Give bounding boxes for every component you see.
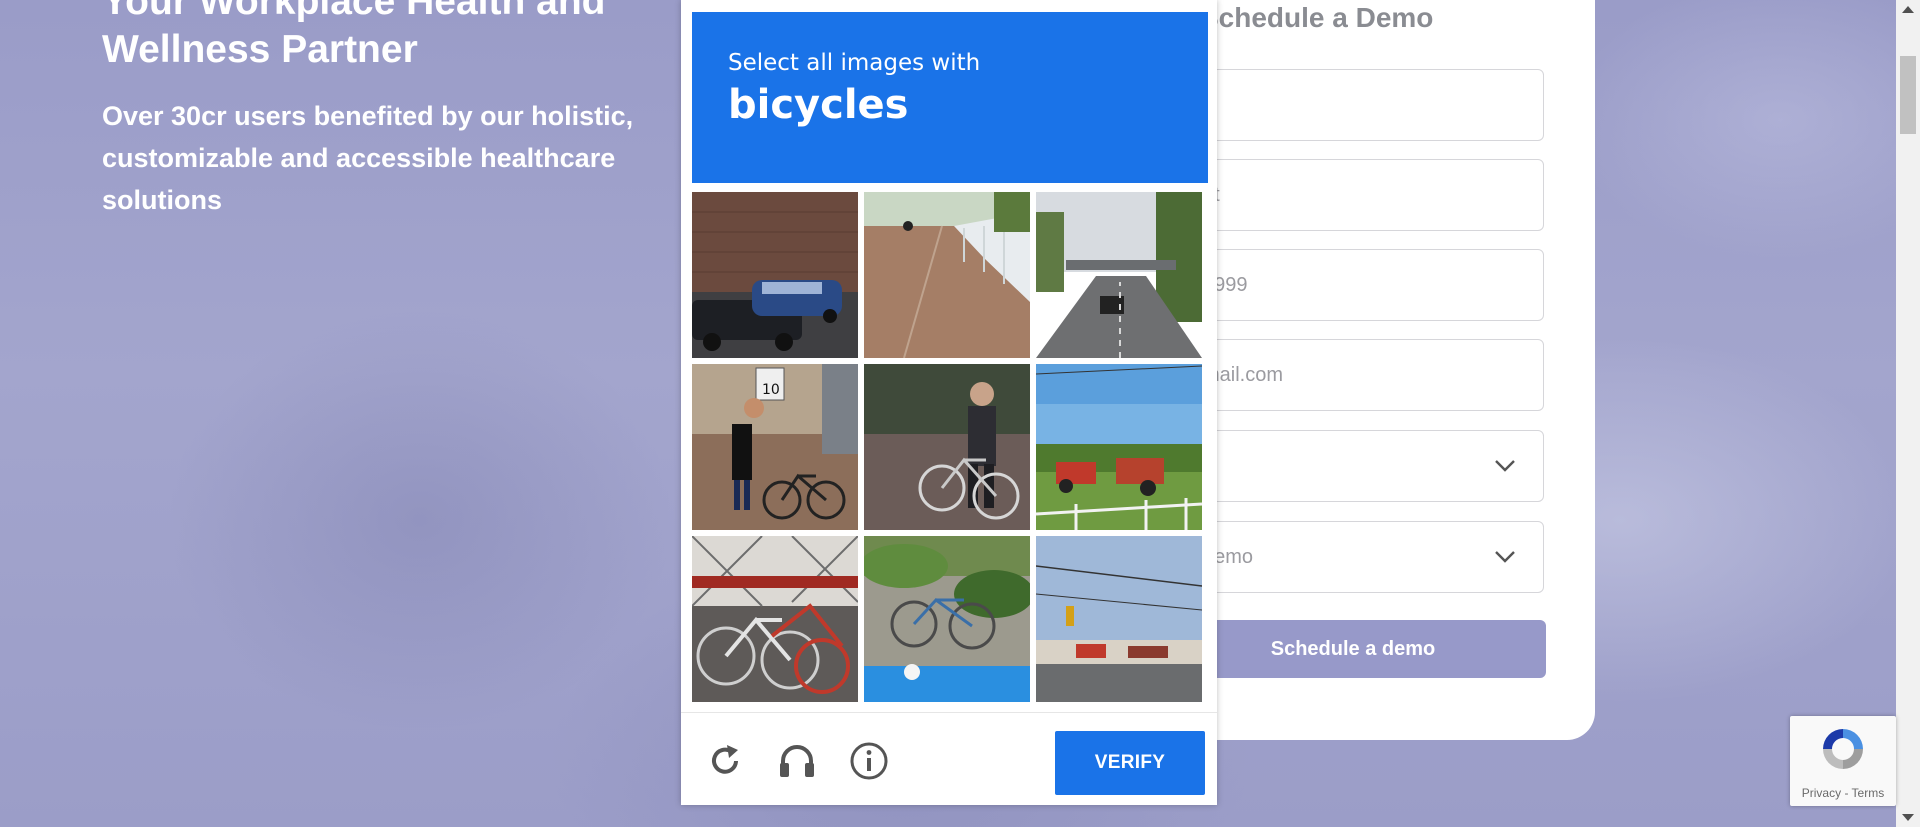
svg-text:10: 10 bbox=[762, 382, 780, 398]
demo-form-title: Schedule a Demo bbox=[1200, 2, 1434, 33]
captcha-tile[interactable] bbox=[1036, 192, 1202, 358]
recaptcha-links[interactable]: Privacy - Terms bbox=[1790, 786, 1896, 800]
highway-bridge-image bbox=[1036, 192, 1202, 358]
cars-parked-street-image bbox=[692, 192, 858, 358]
captcha-tile[interactable] bbox=[692, 192, 858, 358]
captcha-prompt: Select all images with bbox=[728, 50, 981, 76]
bicycles-racked-storefront-image bbox=[692, 536, 858, 702]
hero-subtitle: Over 30cr users benefited by our holisti… bbox=[102, 101, 634, 215]
chevron-down-icon bbox=[1495, 551, 1515, 563]
company-field[interactable]: nt bbox=[1160, 159, 1544, 231]
sidewalk-bicycle-speed-sign-image: 10 bbox=[692, 364, 858, 530]
scroll-down-arrow-icon[interactable] bbox=[1902, 814, 1914, 821]
page-scrollbar[interactable] bbox=[1896, 0, 1920, 827]
captcha-tile[interactable] bbox=[692, 536, 858, 702]
schedule-demo-button[interactable]: Schedule a demo bbox=[1160, 620, 1546, 678]
phone-field[interactable]: 9999 bbox=[1160, 249, 1544, 321]
info-icon[interactable] bbox=[849, 741, 889, 781]
captcha-header: Select all images with bicycles bbox=[692, 12, 1208, 183]
recaptcha-logo-icon bbox=[1823, 729, 1863, 769]
email-field[interactable]: mail.com bbox=[1160, 339, 1544, 411]
captcha-tile[interactable] bbox=[864, 364, 1030, 530]
headphones-icon[interactable] bbox=[777, 741, 817, 781]
captcha-challenge: Select all images with bicycles 10 VERIF… bbox=[681, 0, 1217, 805]
demo-type-select[interactable]: demo bbox=[1160, 521, 1544, 593]
verify-button[interactable]: VERIFY bbox=[1055, 731, 1205, 795]
scroll-up-arrow-icon[interactable] bbox=[1902, 6, 1914, 13]
captcha-tile[interactable] bbox=[1036, 364, 1202, 530]
hero-title: Your Workplace Health and Wellness Partn… bbox=[102, 0, 606, 71]
street-intersection-image bbox=[1036, 536, 1202, 702]
chevron-down-icon bbox=[1495, 460, 1515, 472]
name-field[interactable]: n bbox=[1160, 69, 1544, 141]
captcha-image-grid: 10 bbox=[692, 192, 1208, 702]
bike-path-rider-image bbox=[864, 192, 1030, 358]
tractors-field-image bbox=[1036, 364, 1202, 530]
captcha-footer: VERIFY bbox=[681, 712, 1217, 806]
captcha-tile[interactable] bbox=[1036, 536, 1202, 702]
recaptcha-badge[interactable]: Privacy - Terms bbox=[1790, 716, 1896, 806]
captcha-tile[interactable] bbox=[864, 536, 1030, 702]
captcha-tile[interactable] bbox=[864, 192, 1030, 358]
bicycle-garden-image bbox=[864, 536, 1030, 702]
person-with-bicycle-image bbox=[864, 364, 1030, 530]
captcha-target-word: bicycles bbox=[728, 82, 909, 128]
captcha-tile[interactable]: 10 bbox=[692, 364, 858, 530]
scroll-thumb[interactable] bbox=[1900, 56, 1916, 134]
employee-count-select[interactable]: 0 bbox=[1160, 430, 1544, 502]
reload-icon[interactable] bbox=[705, 741, 745, 781]
